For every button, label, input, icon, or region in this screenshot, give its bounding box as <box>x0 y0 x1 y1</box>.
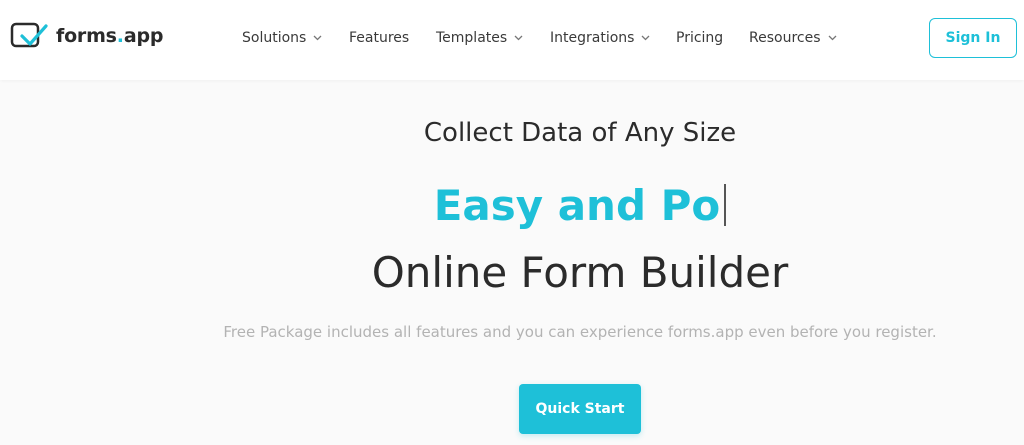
nav-item-pricing[interactable]: Pricing <box>676 28 723 48</box>
chevron-down-icon <box>828 35 836 41</box>
chevron-down-icon <box>514 35 523 41</box>
nav-item-solutions[interactable]: Solutions <box>242 28 322 48</box>
logo-link[interactable]: forms.app <box>10 20 163 52</box>
nav-item-templates[interactable]: Templates <box>436 28 523 48</box>
sign-in-button[interactable]: Sign In <box>929 18 1017 58</box>
hero-typed-text: Easy and Po <box>433 181 721 230</box>
logo-dot: . <box>116 25 124 47</box>
forms-app-logo-icon <box>10 22 48 48</box>
hero-typed-line: Easy and Po <box>0 180 1024 232</box>
nav-item-resources[interactable]: Resources <box>749 28 837 48</box>
logo-text: forms.app <box>56 25 163 47</box>
typing-cursor <box>724 184 727 226</box>
nav-item-label: Pricing <box>676 30 724 46</box>
logo-brand: forms <box>56 25 117 47</box>
nav-item-label: Resources <box>749 30 821 46</box>
nav-item-features[interactable]: Features <box>349 28 409 48</box>
chevron-down-icon <box>641 35 650 41</box>
quick-start-button[interactable]: Quick Start <box>519 384 641 434</box>
nav-item-label: Features <box>349 30 410 46</box>
logo-tld: app <box>123 25 164 47</box>
site-header: forms.app Solutions Features Templates I… <box>0 0 1024 80</box>
nav-item-integrations[interactable]: Integrations <box>550 28 650 48</box>
nav-item-label: Integrations <box>550 30 635 46</box>
nav-item-label: Templates <box>436 30 508 46</box>
hero-subtitle: Collect Data of Any Size <box>423 118 737 148</box>
nav-item-label: Solutions <box>242 30 307 46</box>
chevron-down-icon <box>313 35 322 41</box>
hero-description: Free Package includes all features and y… <box>223 323 937 341</box>
hero-title: Online Form Builder <box>371 248 789 297</box>
